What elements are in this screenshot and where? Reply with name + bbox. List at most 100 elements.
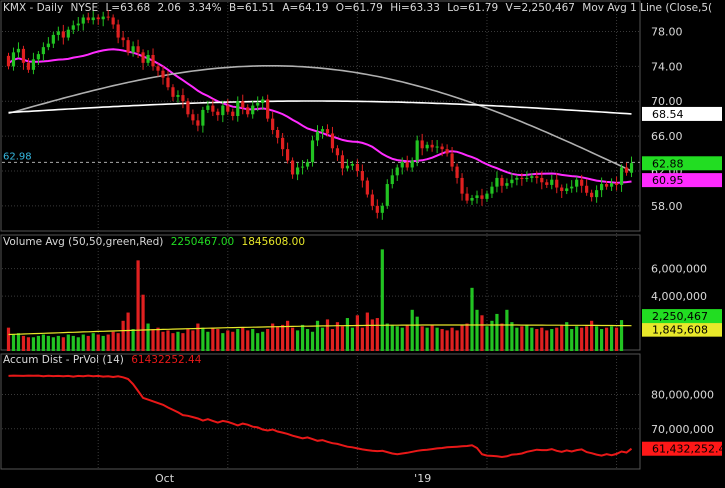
- candle-body: [11, 52, 16, 67]
- candle-body: [435, 146, 439, 148]
- volume-bar: [480, 315, 484, 351]
- volume-bar: [619, 320, 624, 351]
- candle-body: [555, 179, 559, 188]
- candle-body: [276, 129, 280, 138]
- volume-bar: [276, 326, 280, 351]
- volume-avg-badge: 1,845,608: [652, 324, 708, 337]
- volume-bar: [186, 329, 190, 351]
- candle-body: [345, 165, 350, 169]
- candle-body: [395, 167, 399, 176]
- volume-bar: [146, 323, 150, 351]
- candle-body: [101, 16, 105, 20]
- volume-bar: [440, 329, 444, 351]
- candle-body: [141, 52, 145, 63]
- price-tick-2: 70.00: [651, 95, 683, 108]
- volume-bar: [266, 329, 270, 351]
- candle-body: [66, 29, 70, 38]
- candle-body: [136, 46, 140, 53]
- volume-bar: [106, 334, 110, 351]
- volume-bar: [390, 324, 394, 351]
- volume-bar: [191, 330, 195, 351]
- volume-bar: [66, 334, 70, 351]
- candle-body: [614, 183, 619, 185]
- candle-body: [131, 46, 135, 53]
- volume-bar: [495, 313, 499, 351]
- volume-bar: [310, 331, 315, 351]
- volume-bar: [161, 331, 165, 351]
- volume-bar: [575, 326, 579, 351]
- candle-body: [315, 131, 320, 141]
- candle-body: [575, 179, 579, 187]
- candle-body: [241, 101, 245, 108]
- stock-chart: 78.0074.0070.0066.0062.0058.0062.9868.54…: [0, 0, 725, 485]
- candle-body: [590, 192, 594, 198]
- candle-body: [580, 179, 584, 186]
- price-tick-1: 74.00: [651, 60, 683, 73]
- candle-body: [565, 188, 569, 192]
- volume-bar: [600, 329, 604, 351]
- candle-body: [325, 129, 330, 134]
- candle-body: [550, 179, 554, 185]
- volume-bar: [470, 287, 474, 351]
- volume-bar: [226, 330, 230, 351]
- volume-bar: [41, 334, 45, 351]
- candle-body: [460, 177, 464, 194]
- candle-body: [465, 193, 469, 201]
- candle-body: [21, 48, 26, 63]
- candle-body: [176, 95, 180, 97]
- candle-body: [400, 162, 404, 168]
- volume-bar: [126, 312, 130, 351]
- volume-bar: [550, 329, 554, 351]
- volume-bar: [430, 324, 434, 351]
- volume-bar: [221, 333, 225, 351]
- volume-bar: [246, 330, 250, 351]
- candle-body: [271, 118, 275, 130]
- price-tick-5: 58.00: [651, 200, 683, 213]
- volume-bar: [71, 335, 75, 351]
- volume-bar: [580, 327, 584, 351]
- candle-body: [226, 105, 230, 112]
- volume-bar: [11, 334, 16, 351]
- volume-bar: [181, 333, 185, 351]
- volume-bar: [460, 324, 464, 351]
- volume-bar: [530, 327, 534, 351]
- candle-body: [81, 17, 85, 24]
- volume-bar: [281, 324, 285, 351]
- candle-body: [191, 114, 195, 121]
- volume-bar: [91, 333, 95, 351]
- candle-body: [300, 166, 305, 168]
- volume-bar: [6, 327, 11, 351]
- candle-body: [540, 177, 544, 183]
- volume-bar: [485, 326, 489, 351]
- volume-bar: [425, 327, 429, 351]
- volume-bar: [595, 326, 599, 351]
- candle-body: [500, 177, 504, 186]
- volume-bar: [86, 335, 90, 351]
- candle-body: [36, 54, 40, 60]
- volume-bar: [560, 324, 564, 351]
- candle-body: [410, 160, 414, 168]
- volume-bar: [330, 329, 335, 351]
- candle-body: [420, 140, 424, 149]
- candle-body: [560, 187, 564, 192]
- candle-body: [385, 184, 389, 206]
- candle-body: [355, 163, 359, 171]
- volume-bar: [136, 260, 140, 351]
- candle-body: [510, 179, 514, 184]
- volume-bar: [111, 331, 115, 351]
- volume-bar: [61, 337, 65, 351]
- candle-body: [206, 105, 210, 110]
- volume-bar: [555, 327, 559, 351]
- volume-bar: [545, 330, 549, 351]
- ma-fast-badge: 60.95: [652, 174, 684, 187]
- volume-bar: [16, 333, 21, 351]
- accum-tick-0: 80,000,000: [651, 388, 714, 401]
- candle-body: [624, 167, 629, 173]
- volume-bar: [475, 309, 479, 351]
- volume-bar: [525, 324, 529, 351]
- volume-bar: [206, 331, 210, 351]
- candle-body: [475, 195, 479, 198]
- volume-bar: [340, 326, 345, 351]
- price-tick-0: 78.00: [651, 25, 683, 38]
- volume-bar: [375, 318, 379, 351]
